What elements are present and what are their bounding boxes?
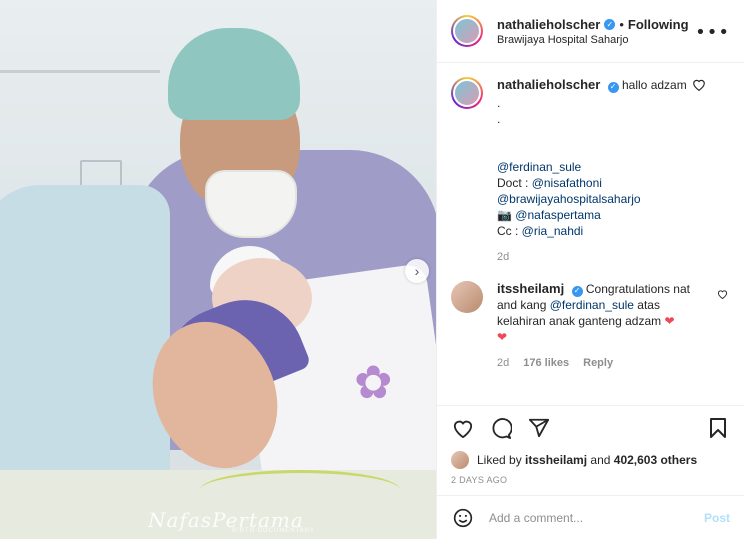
cc-label: Cc :: [497, 224, 522, 238]
post-header: nathalieholscher ✓ • Following Brawijaya…: [437, 0, 744, 63]
liker-avatar[interactable]: [451, 451, 469, 469]
separator-dot: •: [619, 16, 624, 32]
comments-section[interactable]: nathalieholscher ✓ hallo adzam . . @ferd…: [437, 63, 744, 405]
mention-link[interactable]: @nisafathoni: [532, 176, 602, 190]
verified-badge-icon: ✓: [604, 18, 616, 30]
post-timestamp[interactable]: 2 DAYS AGO: [437, 471, 744, 495]
author-username[interactable]: nathalieholscher: [497, 17, 600, 32]
red-heart-emoji-icon: ❤: [664, 314, 675, 328]
post-photo[interactable]: ✿ NafasPertama BIRTH DOCUMENTARY ›: [0, 0, 436, 539]
mention-link[interactable]: @ferdinan_sule: [550, 298, 634, 312]
author-avatar[interactable]: [451, 15, 483, 47]
surgical-mask: [205, 170, 297, 238]
comment-item: itssheilamj ✓ Congratulations nat and ka…: [451, 281, 730, 371]
heart-outline-icon: [693, 79, 705, 92]
more-options-icon[interactable]: •••: [695, 22, 730, 43]
comment-icon[interactable]: [489, 416, 513, 440]
share-icon[interactable]: [527, 416, 551, 440]
post-location[interactable]: Brawijaya Hospital Saharjo: [497, 34, 689, 46]
bookmark-icon[interactable]: [706, 416, 730, 440]
liker-username[interactable]: itssheilamj: [525, 453, 587, 467]
caption-line: [497, 127, 710, 143]
oxygen-tube: [200, 470, 400, 510]
like-comment-icon[interactable]: [717, 289, 728, 299]
verified-badge-icon: ✓: [571, 285, 583, 297]
comment-input[interactable]: [489, 510, 690, 525]
action-bar: [437, 405, 744, 449]
flower-logo-icon: ✿: [354, 355, 393, 409]
commenter-avatar[interactable]: [451, 281, 483, 313]
caption-line: .: [497, 96, 501, 110]
emoji-icon[interactable]: [451, 506, 475, 530]
wall-line: [0, 70, 160, 73]
mention-link[interactable]: @ferdinan_sule: [497, 160, 581, 174]
following-button[interactable]: Following: [628, 17, 689, 32]
doct-label: Doct :: [497, 176, 532, 190]
caption-username[interactable]: nathalieholscher: [497, 77, 600, 92]
comment-time[interactable]: 2d: [497, 355, 509, 371]
post-comment-button[interactable]: Post: [704, 511, 730, 525]
likes-row: Liked by itssheilamj and 402,603 others: [437, 449, 744, 471]
likes-middle: and: [587, 453, 614, 467]
caption-time[interactable]: 2d: [497, 249, 509, 265]
mention-link[interactable]: @ria_nahdi: [522, 224, 584, 238]
reply-button[interactable]: Reply: [583, 355, 613, 371]
caption: nathalieholscher ✓ hallo adzam . . @ferd…: [451, 77, 730, 265]
mention-link[interactable]: @nafaspertama: [515, 208, 601, 222]
add-comment-bar: Post: [437, 495, 744, 539]
instagram-post: ✿ NafasPertama BIRTH DOCUMENTARY › natha…: [0, 0, 744, 539]
camera-icon: 📷: [497, 208, 512, 222]
likes-count[interactable]: 402,603 others: [614, 453, 697, 467]
next-photo-button[interactable]: ›: [405, 259, 429, 283]
commenter-username[interactable]: itssheilamj: [497, 281, 564, 296]
chevron-right-icon: ›: [414, 263, 420, 279]
red-heart-emoji-icon: ❤: [497, 330, 508, 344]
post-details-panel: nathalieholscher ✓ • Following Brawijaya…: [436, 0, 744, 539]
caption-text: hallo adzam: [622, 78, 687, 92]
like-icon[interactable]: [451, 416, 475, 440]
caption-line: [497, 143, 710, 159]
verified-badge-icon: ✓: [607, 81, 619, 93]
surgical-cap: [168, 28, 300, 120]
photo-watermark-subtitle: BIRTH DOCUMENTARY: [232, 528, 316, 534]
caption-line: .: [497, 112, 501, 126]
comment-likes[interactable]: 176 likes: [523, 355, 569, 371]
mention-link[interactable]: @brawijayahospitalsaharjo: [497, 192, 641, 206]
caption-avatar[interactable]: [451, 77, 483, 109]
likes-prefix: Liked by: [477, 453, 526, 467]
